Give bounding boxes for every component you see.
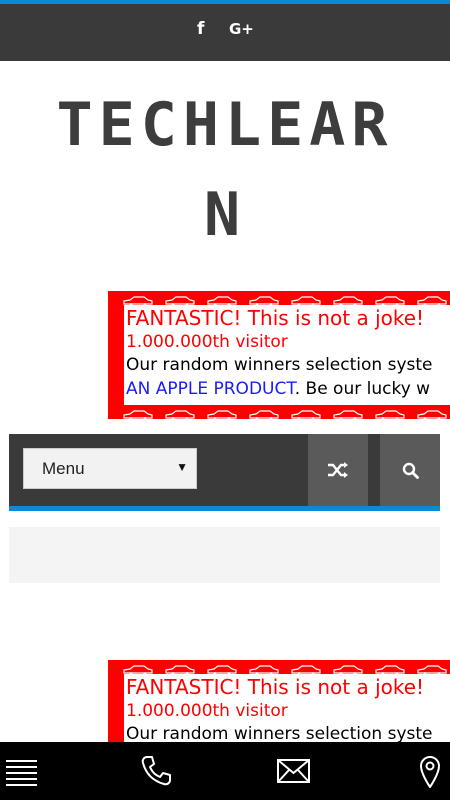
car-icon bbox=[122, 291, 154, 306]
car-icon bbox=[332, 405, 364, 419]
car-icon bbox=[248, 660, 280, 675]
car-icon bbox=[164, 660, 196, 675]
menu-select[interactable]: Menu ▼ bbox=[23, 448, 197, 489]
bottom-action-bar bbox=[0, 742, 450, 800]
site-logo[interactable]: TECHLEAR N bbox=[0, 80, 450, 260]
car-icon bbox=[290, 660, 322, 675]
car-icon bbox=[164, 291, 196, 306]
ad-visitor: 1.000.000th visitor bbox=[126, 332, 288, 352]
car-icon bbox=[248, 291, 280, 306]
car-icon bbox=[374, 291, 406, 306]
social-bar: f G+ bbox=[0, 0, 450, 61]
car-icon bbox=[290, 405, 322, 419]
ad-banner[interactable]: FANTASTIC! This is not a joke! 1.000.000… bbox=[108, 291, 450, 419]
location-icon[interactable] bbox=[419, 755, 441, 788]
facebook-icon[interactable]: f bbox=[197, 19, 204, 39]
ad-visitor-2: 1.000.000th visitor bbox=[126, 701, 288, 721]
shuffle-icon bbox=[328, 462, 348, 478]
ad-body: Our random winners selection syste bbox=[126, 353, 450, 377]
car-icon bbox=[374, 660, 406, 675]
page: f G+ TECHLEAR N FANTASTIC! This is not a… bbox=[0, 0, 450, 800]
car-strip-bottom bbox=[108, 405, 450, 419]
car-icon bbox=[290, 291, 322, 306]
car-icon bbox=[206, 291, 238, 306]
ad-headline-2: FANTASTIC! This is not a joke! bbox=[126, 675, 425, 699]
car-strip-top-2 bbox=[108, 660, 450, 675]
phone-icon[interactable] bbox=[140, 755, 172, 787]
ad-link[interactable]: AN APPLE PRODUCT bbox=[126, 379, 295, 399]
nav-bar: Menu ▼ bbox=[9, 434, 440, 511]
ad-content: FANTASTIC! This is not a joke! 1.000.000… bbox=[122, 305, 450, 405]
caret-down-icon: ▼ bbox=[176, 460, 188, 474]
googleplus-icon[interactable]: G+ bbox=[229, 20, 254, 38]
logo-line-1: TECHLEAR bbox=[56, 90, 394, 160]
car-icon bbox=[122, 660, 154, 675]
mail-icon[interactable] bbox=[277, 759, 310, 783]
car-icon bbox=[416, 660, 448, 675]
content-placeholder bbox=[9, 527, 440, 583]
menu-select-value: Menu bbox=[42, 459, 85, 478]
car-icon bbox=[332, 291, 364, 306]
car-icon bbox=[416, 291, 448, 306]
ad-body-text: Our random winners selection syste bbox=[126, 355, 433, 375]
logo-line-2: N bbox=[203, 180, 247, 250]
car-icon bbox=[122, 405, 154, 419]
car-icon bbox=[332, 660, 364, 675]
ad-body-after-link: . Be our lucky w bbox=[294, 379, 431, 399]
car-icon bbox=[206, 660, 238, 675]
car-strip-top bbox=[108, 291, 450, 306]
car-icon bbox=[206, 405, 238, 419]
menu-icon[interactable] bbox=[5, 758, 38, 786]
random-post-button[interactable] bbox=[308, 434, 368, 506]
search-button[interactable] bbox=[380, 434, 440, 506]
ad-body-line2: AN APPLE PRODUCT. Be our lucky w bbox=[126, 377, 450, 401]
car-icon bbox=[164, 405, 196, 419]
car-icon bbox=[374, 405, 406, 419]
ad-headline: FANTASTIC! This is not a joke! bbox=[126, 306, 425, 330]
car-icon bbox=[416, 405, 448, 419]
search-icon bbox=[402, 462, 419, 479]
car-icon bbox=[248, 405, 280, 419]
